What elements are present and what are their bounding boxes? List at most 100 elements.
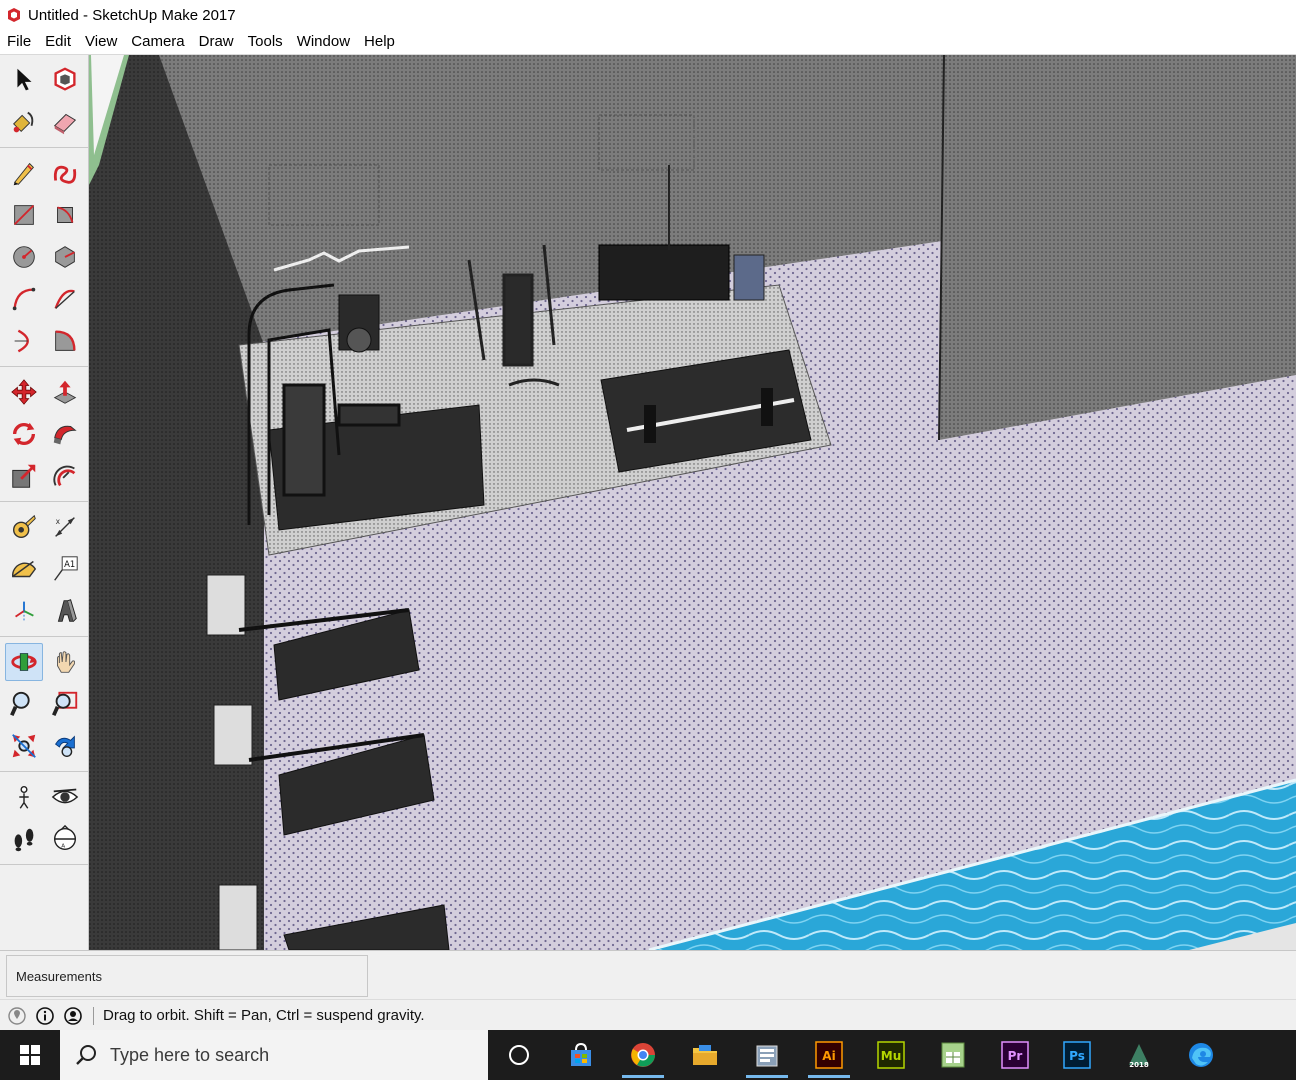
offset-icon (53, 465, 76, 487)
tool-row (2, 641, 88, 683)
follow-me-icon (53, 425, 77, 445)
protractor-tool-button[interactable] (5, 550, 43, 588)
orbit-tool-button[interactable] (5, 643, 43, 681)
zoom-extents-tool-button[interactable] (5, 727, 43, 765)
pan-tool-button[interactable] (46, 643, 84, 681)
text-icon: A1 (54, 556, 78, 581)
scene-canvas[interactable] (89, 55, 1296, 950)
offset-tool-button[interactable] (46, 457, 84, 495)
tool-group-4: x A1 (0, 502, 88, 637)
taskbar-apps: Ai Mu Pr Ps 2018 (488, 1030, 1232, 1080)
paint-bucket-icon (13, 111, 34, 133)
walk-tool-button[interactable] (5, 820, 43, 858)
taskbar-task-view-button[interactable] (488, 1030, 550, 1080)
eraser-icon (53, 113, 77, 135)
search-placeholder: Type here to search (110, 1044, 270, 1065)
pie-tool-button[interactable] (46, 322, 84, 360)
geo-location-icon[interactable] (6, 1005, 28, 1027)
three-point-arc-icon (14, 329, 29, 353)
taskbar-muse-button[interactable]: Mu (860, 1030, 922, 1080)
dimension-icon: x (55, 517, 75, 537)
previous-view-tool-button[interactable] (46, 727, 84, 765)
component-tool-button[interactable] (46, 61, 84, 99)
taskbar-spreadsheet-button[interactable] (922, 1030, 984, 1080)
menu-edit[interactable]: Edit (38, 30, 78, 54)
taskbar-edge-button[interactable] (1170, 1030, 1232, 1080)
taskbar-store-button[interactable] (550, 1030, 612, 1080)
rotated-rectangle-tool-button[interactable] (46, 196, 84, 234)
app-label: Mu (881, 1049, 901, 1063)
tape-measure-icon (12, 514, 36, 539)
tool-row (2, 776, 88, 818)
protractor-icon (12, 560, 37, 578)
3d-text-tool-button[interactable] (46, 592, 84, 630)
taskbar-illustrator-button[interactable]: Ai (798, 1030, 860, 1080)
section-plane-tool-button[interactable]: A (46, 820, 84, 858)
taskbar-search[interactable]: Type here to search (60, 1030, 488, 1080)
look-around-icon (51, 788, 79, 804)
paint-bucket-tool-button[interactable] (5, 103, 43, 141)
push-pull-tool-button[interactable] (46, 373, 84, 411)
zoom-tool-button[interactable] (5, 685, 43, 723)
rectangle-tool-button[interactable] (5, 196, 43, 234)
two-point-arc-icon (54, 289, 75, 309)
3d-text-icon (57, 599, 77, 622)
line-pencil-icon (13, 162, 35, 186)
circle-tool-button[interactable] (5, 238, 43, 276)
menu-help[interactable]: Help (357, 30, 402, 54)
tool-row (2, 413, 88, 455)
menu-tools[interactable]: Tools (241, 30, 290, 54)
taskbar-app-button[interactable] (736, 1030, 798, 1080)
taskbar-photoshop-button[interactable]: Ps (1046, 1030, 1108, 1080)
select-icon (17, 68, 32, 91)
eraser-tool-button[interactable] (46, 103, 84, 141)
menu-view[interactable]: View (78, 30, 124, 54)
tool-group-5 (0, 637, 88, 772)
drawing-viewport[interactable] (89, 55, 1296, 950)
file-explorer-icon (693, 1045, 717, 1065)
rotate-tool-button[interactable] (5, 415, 43, 453)
dimension-tool-button[interactable]: x (46, 508, 84, 546)
scale-tool-button[interactable] (5, 457, 43, 495)
arc-icon (12, 287, 36, 311)
axes-tool-button[interactable] (5, 592, 43, 630)
user-account-icon[interactable] (62, 1005, 84, 1027)
svg-text:x: x (56, 517, 61, 526)
illustrator-icon: Ai (815, 1041, 843, 1069)
line-pencil-tool-button[interactable] (5, 154, 43, 192)
zoom-window-tool-button[interactable] (46, 685, 84, 723)
look-around-tool-button[interactable] (46, 778, 84, 816)
app-icon (756, 1045, 778, 1067)
text-tool-button[interactable]: A1 (46, 550, 84, 588)
taskbar-file-explorer-button[interactable] (674, 1030, 736, 1080)
photoshop-icon: Ps (1063, 1041, 1091, 1069)
menu-file[interactable]: File (0, 30, 38, 54)
two-point-arc-tool-button[interactable] (46, 280, 84, 318)
tool-row (2, 725, 88, 767)
measurements-input[interactable] (166, 960, 359, 992)
taskbar-premiere-button[interactable]: Pr (984, 1030, 1046, 1080)
zoom-extents-icon (12, 734, 36, 758)
arc-tool-button[interactable] (5, 280, 43, 318)
position-camera-tool-button[interactable] (5, 778, 43, 816)
app-label: 2018 (1129, 1061, 1149, 1069)
tool-row: x (2, 506, 88, 548)
credits-info-icon[interactable] (34, 1005, 56, 1027)
tool-row (2, 371, 88, 413)
freehand-tool-button[interactable] (46, 154, 84, 192)
menu-camera[interactable]: Camera (124, 30, 191, 54)
menu-window[interactable]: Window (290, 30, 357, 54)
taskbar-chrome-button[interactable] (612, 1030, 674, 1080)
start-button[interactable] (0, 1030, 60, 1080)
follow-me-tool-button[interactable] (46, 415, 84, 453)
title-bar: Untitled - SketchUp Make 2017 (0, 0, 1296, 30)
polygon-tool-button[interactable] (46, 238, 84, 276)
tape-measure-tool-button[interactable] (5, 508, 43, 546)
three-point-arc-tool-button[interactable] (5, 322, 43, 360)
select-tool-button[interactable] (5, 61, 43, 99)
taskbar-autodesk-button[interactable]: 2018 (1108, 1030, 1170, 1080)
component-icon (54, 67, 76, 91)
tool-row (2, 683, 88, 725)
move-tool-button[interactable] (5, 373, 43, 411)
menu-draw[interactable]: Draw (192, 30, 241, 54)
